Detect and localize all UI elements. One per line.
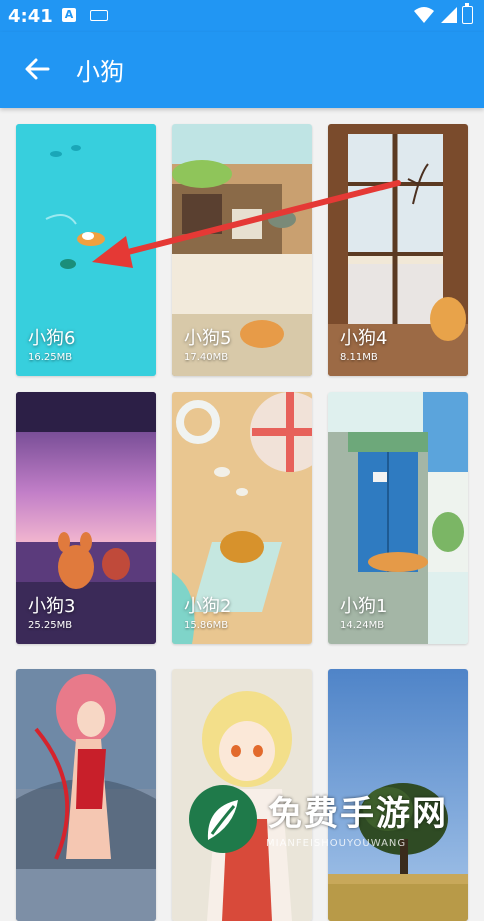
- app-bar: 小狗: [0, 32, 484, 108]
- wallpaper-size: 8.11MB: [340, 352, 378, 363]
- watermark-text: 免费手游网: [268, 794, 448, 834]
- wallpaper-name: 小狗3: [28, 596, 76, 617]
- wallpaper-name: 小狗1: [340, 596, 388, 617]
- battery-icon: [462, 3, 473, 24]
- wallpaper-card[interactable]: 小狗3 25.25MB: [16, 392, 156, 644]
- wallpaper-card[interactable]: 小狗1 14.24MB: [328, 392, 468, 644]
- wallpaper-size: 25.25MB: [28, 620, 73, 631]
- watermark: 免费手游网 MIANFEISHOUYOUWANG: [186, 780, 484, 860]
- keyboard-icon: [90, 10, 108, 21]
- wallpaper-name: 小狗2: [184, 596, 232, 617]
- wifi-icon: [414, 7, 434, 23]
- wallpaper-card[interactable]: 小狗2 15.86MB: [172, 392, 312, 644]
- wallpaper-size: 14.24MB: [340, 620, 385, 631]
- wallpaper-card[interactable]: 小狗6 16.25MB: [16, 124, 156, 376]
- watermark-subtext: MIANFEISHOUYOUWANG: [266, 838, 407, 849]
- status-time: 4:41: [8, 6, 53, 27]
- signal-icon: [441, 7, 457, 23]
- wallpaper-card[interactable]: 小狗5 17.40MB: [172, 124, 312, 376]
- wallpaper-name: 小狗6: [28, 328, 76, 349]
- wallpaper-size: 15.86MB: [184, 620, 229, 631]
- wallpaper-size: 17.40MB: [184, 352, 229, 363]
- status-bar: 4:41 A: [0, 0, 484, 32]
- wallpaper-card[interactable]: [16, 669, 156, 921]
- wallpaper-grid: 小狗6 16.25MB 小狗5 17.40MB 小狗4 8.11MB 小狗3 2…: [0, 108, 484, 921]
- wallpaper-card[interactable]: 小狗4 8.11MB: [328, 124, 468, 376]
- page-title: 小狗: [76, 58, 124, 86]
- wallpaper-name: 小狗4: [340, 328, 388, 349]
- arrow-left-icon[interactable]: [22, 54, 52, 84]
- wallpaper-thumbnail: [16, 669, 156, 921]
- wallpaper-name: 小狗5: [184, 328, 232, 349]
- watermark-logo: [189, 785, 257, 853]
- wallpaper-size: 16.25MB: [28, 352, 73, 363]
- notification-a-icon: A: [62, 8, 76, 22]
